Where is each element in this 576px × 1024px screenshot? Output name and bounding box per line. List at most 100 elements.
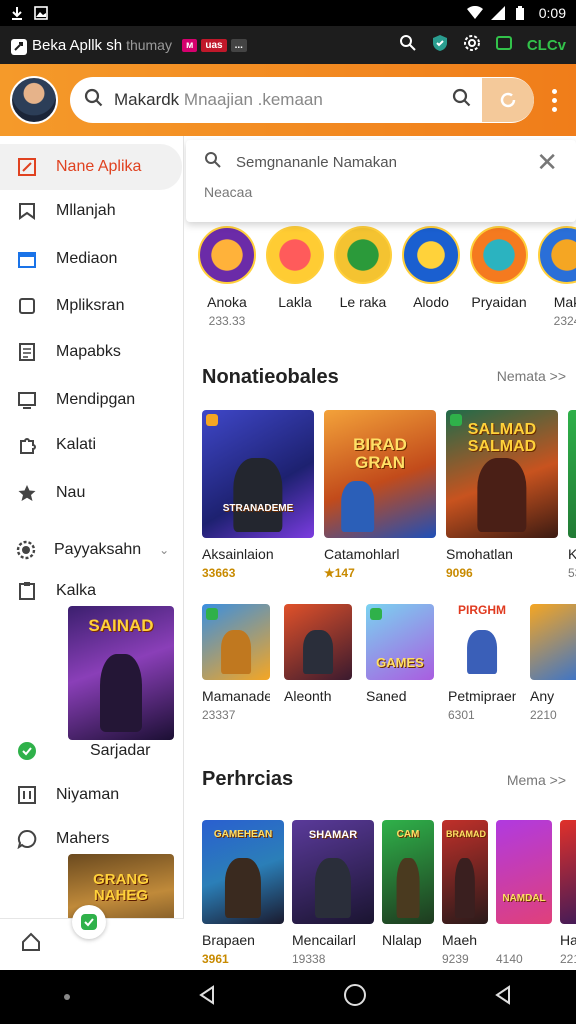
game-card[interactable]: CAM Nlalap — [382, 820, 434, 966]
tab-badge: uas — [201, 38, 227, 52]
category-icon — [266, 226, 324, 284]
poster-character — [454, 857, 476, 918]
overflow-menu-icon[interactable] — [542, 88, 566, 112]
category-name: Mak — [553, 294, 576, 310]
system-nav-bar — [0, 970, 576, 1024]
app-favicon-icon — [10, 38, 27, 55]
tab-title[interactable]: Beka Apllk sh — [32, 37, 122, 54]
game-card[interactable]: STRANADEME Aksainlaion 33663 — [202, 410, 314, 580]
download-icon — [10, 6, 24, 20]
game-card[interactable]: SALMAD SALMAD Smohatlan 9096 — [446, 410, 558, 580]
game-poster: BRAMAD — [442, 820, 488, 924]
sidebar-game-poster[interactable]: SAINAD — [68, 606, 174, 740]
game-card[interactable]: BRAMAD Maeh 9239 — [442, 820, 488, 966]
game-name: Maeh — [442, 932, 478, 948]
app-header: Makardk Mnaajian .kemaan — [0, 64, 576, 136]
game-name: Nlalap — [382, 932, 422, 948]
game-card[interactable]: Aleonth — [284, 604, 352, 722]
category-item[interactable]: Lakla — [266, 226, 324, 328]
store-fab-button[interactable] — [72, 905, 106, 939]
game-rating: 9096 — [446, 566, 473, 580]
home-circle-icon[interactable] — [343, 983, 367, 1012]
game-card[interactable]: GAMEHEAN Brapaen 3961 — [202, 820, 284, 966]
shield-icon[interactable] — [431, 34, 449, 56]
category-name: Alodo — [413, 294, 449, 310]
settings-icon — [16, 539, 36, 561]
game-rating: 9239 — [442, 952, 469, 966]
section-title: Perhrcias — [202, 768, 294, 790]
sidebar-item-7[interactable]: Nau — [0, 470, 184, 516]
tab-subtitle: thumay — [126, 37, 172, 53]
see-more-link[interactable]: Nemata >> — [497, 368, 566, 384]
category-icon — [402, 226, 460, 284]
tab-badge: ᴍ — [181, 38, 198, 52]
game-card[interactable]: Mamanadeke 23337 — [202, 604, 270, 722]
game-name: Any — [530, 688, 555, 704]
sidebar-item-home[interactable]: Nane Aplika — [0, 144, 182, 190]
game-name: Saned — [366, 688, 407, 704]
search-input[interactable]: Makardk Mnaajian .kemaan — [114, 90, 442, 110]
sidebar-item-label: Mpliksran — [56, 297, 125, 314]
poster-title: PIRGHM — [458, 604, 506, 617]
sidebar-item-label: Kalati — [56, 436, 97, 453]
game-rating: 4140 — [496, 952, 523, 966]
game-name: Petmipraen — [448, 688, 516, 704]
game-card[interactable]: Any 2210 — [530, 604, 576, 722]
game-name: Aksainlaion — [202, 546, 274, 562]
sidebar-item-label: Nau — [56, 484, 86, 501]
voice-search-button[interactable] — [482, 78, 534, 122]
category-count: 2324 — [553, 314, 576, 328]
sidebar-item-6[interactable]: Kalati — [0, 422, 184, 468]
category-item[interactable]: Pryaidan — [470, 226, 528, 328]
game-card[interactable]: BIRAD GRAN Catamohlarl ★147 — [324, 410, 436, 580]
sidebar-item-4[interactable]: Mapabks — [0, 329, 184, 375]
account-pill[interactable]: CLCv — [527, 37, 566, 54]
sidebar-item-5[interactable]: Mendipgan — [0, 377, 184, 423]
avatar[interactable] — [10, 76, 58, 124]
close-icon[interactable]: ✕ — [536, 147, 558, 178]
home-icon[interactable] — [20, 931, 42, 958]
chat-icon — [16, 828, 38, 850]
sidebar-item-2[interactable]: Mediaon — [0, 236, 184, 282]
game-card[interactable]: NAMDAL 4140 — [496, 820, 552, 966]
search-icon[interactable] — [399, 34, 417, 56]
rating-tag-icon — [206, 608, 218, 620]
game-name: Kala — [568, 546, 576, 562]
game-card-row: Mamanadeke 23337 Aleonth GAMES Saned PIR… — [202, 604, 576, 722]
category-item[interactable]: Le raka — [334, 226, 392, 328]
search-submit-icon[interactable] — [452, 88, 472, 113]
poster-title: SALMAD SALMAD — [467, 421, 537, 455]
game-poster: STRANADEME — [202, 410, 314, 538]
suggestion-row[interactable]: Semgnananle Namakan ✕ — [186, 140, 576, 184]
category-item[interactable]: Anoka 233.33 — [198, 226, 256, 328]
settings-icon[interactable] — [463, 34, 481, 56]
game-rating: 2210 — [530, 708, 557, 722]
extension-icon[interactable] — [495, 34, 513, 56]
store-icon — [81, 914, 97, 930]
game-card[interactable]: GAMES Saned — [366, 604, 434, 722]
search-bar[interactable]: Makardk Mnaajian .kemaan — [70, 77, 534, 123]
sidebar-item-11[interactable]: Niyaman — [0, 772, 184, 818]
sidebar-item-label: Mapabks — [56, 343, 121, 360]
see-more-link[interactable]: Mema >> — [507, 772, 566, 788]
browser-tab-bar: Beka Apllk sh thumay ᴍ uas ... CLCv — [0, 26, 576, 64]
game-card[interactable]: SHAMAR Mencailarl 19338 — [292, 820, 374, 966]
sidebar-item-3[interactable]: Mpliksran — [0, 283, 184, 329]
section-title: Nonatieobales — [202, 366, 339, 388]
chevron-down-icon[interactable]: ⌄ — [159, 543, 169, 557]
game-card[interactable]: Har 2213 — [560, 820, 576, 966]
category-name: Lakla — [278, 294, 312, 310]
category-item[interactable]: Mak 2324 — [538, 226, 576, 328]
sidebar-item-label: Mendipgan — [56, 391, 136, 408]
category-item[interactable]: Alodo — [402, 226, 460, 328]
game-rating: 23337 — [202, 708, 236, 722]
category-icon — [334, 226, 392, 284]
game-poster: BIRAD GRAN — [324, 410, 436, 538]
game-card[interactable]: PIRGHM Petmipraen 6301 — [448, 604, 516, 722]
sidebar-item-1[interactable]: Mllanjah — [0, 188, 184, 234]
sidebar-item-8[interactable]: Payyaksahn ⌄ — [0, 527, 184, 573]
recents-icon[interactable] — [492, 984, 514, 1011]
back-icon[interactable] — [196, 984, 218, 1011]
game-card[interactable]: Kala 533 — [568, 410, 576, 580]
sidebar-item-10[interactable]: Sarjadar — [0, 728, 184, 774]
